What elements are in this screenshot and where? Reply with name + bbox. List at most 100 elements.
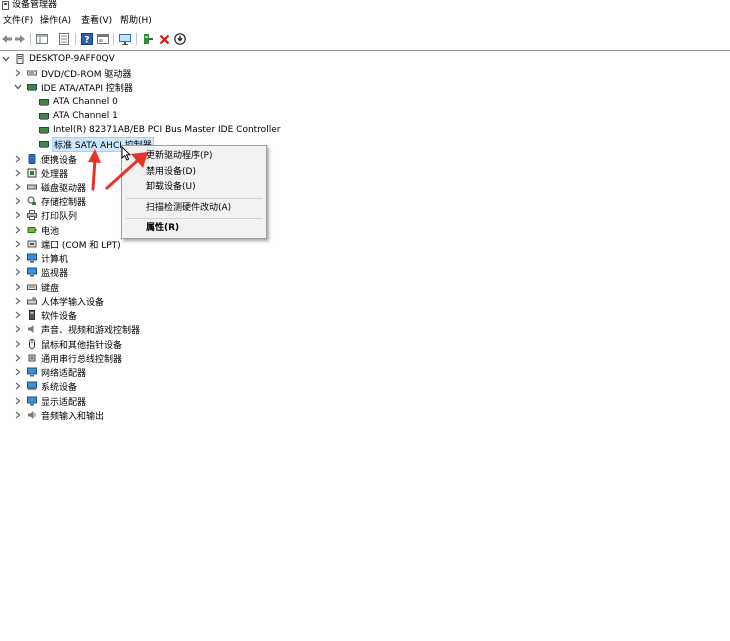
tree-category-label: 系统设备	[41, 382, 78, 393]
tree-category-label: 端口 (COM 和 LPT)	[41, 240, 121, 251]
tree-category-port[interactable]: 端口 (COM 和 LPT)	[14, 237, 121, 251]
tree-category-storage[interactable]: 存储控制器	[14, 194, 86, 208]
chevron-right-icon[interactable]	[14, 282, 22, 292]
chevron-right-icon[interactable]	[14, 396, 22, 406]
computer-icon	[27, 253, 37, 263]
portable-device-icon	[27, 154, 37, 164]
menu-item-properties[interactable]: 属性(R)	[146, 222, 179, 234]
svg-text:?: ?	[84, 36, 89, 46]
ide-device-icon	[39, 97, 49, 107]
tree-category-processor[interactable]: 处理器	[14, 166, 68, 180]
tree-category-label: 音频输入和输出	[41, 411, 105, 422]
sound-icon	[27, 324, 37, 334]
tree-category-monitor[interactable]: 监视器	[14, 265, 68, 279]
display-adapter-icon	[27, 396, 37, 406]
usb-icon	[27, 353, 37, 363]
tree-device-label: ATA Channel 0	[53, 97, 118, 107]
tree-category-label: 监视器	[41, 268, 69, 279]
ide-device-icon	[39, 125, 49, 135]
tree-category-label: DVD/CD-ROM 驱动器	[41, 69, 132, 80]
menu-view[interactable]: 查看(V)	[80, 15, 113, 27]
tree-category-system[interactable]: 系统设备	[14, 379, 77, 393]
tree-root[interactable]: DESKTOP-9AFF0QV	[2, 52, 115, 66]
download-circle-icon[interactable]	[173, 32, 187, 46]
annotation-arrow-icon	[88, 149, 101, 191]
chevron-right-icon[interactable]	[14, 324, 22, 334]
port-icon	[27, 239, 37, 249]
menu-separator	[126, 198, 262, 199]
tree-category-usb[interactable]: 通用串行总线控制器	[14, 351, 122, 365]
tree-category-software[interactable]: 软件设备	[14, 308, 77, 322]
menu-help[interactable]: 帮助(H)	[119, 15, 153, 27]
menu-item-disable-device[interactable]: 禁用设备(D)	[146, 166, 196, 178]
chevron-right-icon[interactable]	[14, 253, 22, 263]
view-window-icon[interactable]	[96, 32, 110, 46]
menu-file[interactable]: 文件(F)	[2, 15, 34, 27]
chevron-right-icon[interactable]	[14, 410, 22, 420]
ide-controller-icon	[27, 82, 37, 92]
tree-category-disk[interactable]: 磁盘驱动器	[14, 180, 86, 194]
keyboard-icon	[27, 282, 37, 292]
battery-icon	[27, 225, 37, 235]
tree-category-label: 软件设备	[41, 311, 78, 322]
menu-item-update-driver[interactable]: 更新驱动程序(P)	[146, 150, 212, 162]
back-arrow-icon[interactable]	[0, 32, 14, 46]
tree-device-ata0[interactable]: ATA Channel 0	[39, 95, 118, 109]
network-adapter-icon	[27, 367, 37, 377]
chevron-right-icon[interactable]	[14, 182, 22, 192]
tree-category-keyboard[interactable]: 键盘	[14, 280, 59, 294]
properties-sheet-icon[interactable]	[57, 32, 71, 46]
tree-category-portable[interactable]: 便携设备	[14, 152, 77, 166]
tree-category-sound[interactable]: 声音、视频和游戏控制器	[14, 322, 140, 336]
chevron-right-icon[interactable]	[14, 367, 22, 377]
forward-arrow-icon[interactable]	[13, 32, 27, 46]
chevron-down-icon[interactable]	[14, 82, 22, 92]
toolbar: ?	[0, 30, 730, 48]
tree-category-print[interactable]: 打印队列	[14, 208, 77, 222]
chevron-right-icon[interactable]	[14, 225, 22, 235]
tree-root-label: DESKTOP-9AFF0QV	[29, 54, 115, 64]
console-tree-icon[interactable]	[35, 32, 49, 46]
title-bar: 设备管理器	[0, 0, 730, 12]
menu-item-scan-hardware[interactable]: 扫描检测硬件改动(A)	[146, 202, 231, 214]
tree-category-computer[interactable]: 计算机	[14, 251, 68, 265]
chevron-right-icon[interactable]	[14, 210, 22, 220]
tree-category-audio-io[interactable]: 音频输入和输出	[14, 408, 104, 422]
menu-action[interactable]: 操作(A)	[39, 15, 72, 27]
chevron-down-icon[interactable]	[2, 54, 10, 64]
tree-device-ata1[interactable]: ATA Channel 1	[39, 109, 118, 123]
chevron-right-icon[interactable]	[14, 381, 22, 391]
chevron-right-icon[interactable]	[14, 68, 22, 78]
tree-category-network[interactable]: 网络适配器	[14, 365, 86, 379]
chevron-right-icon[interactable]	[14, 168, 22, 178]
tree-category-battery[interactable]: 电池	[14, 223, 59, 237]
chevron-right-icon[interactable]	[14, 310, 22, 320]
chevron-right-icon[interactable]	[14, 196, 22, 206]
tree-category-ide[interactable]: IDE ATA/ATAPI 控制器	[14, 80, 133, 94]
toolbar-separator	[30, 33, 31, 45]
uninstall-x-icon[interactable]	[157, 32, 171, 46]
computer-root-icon	[15, 54, 25, 64]
help-icon[interactable]: ?	[80, 32, 94, 46]
ide-device-icon	[39, 111, 49, 121]
chevron-right-icon[interactable]	[14, 353, 22, 363]
tree-category-display[interactable]: 显示适配器	[14, 394, 86, 408]
tree-device-intel-ide[interactable]: Intel(R) 82371AB/EB PCI Bus Master IDE C…	[39, 123, 280, 137]
update-driver-icon[interactable]	[141, 32, 155, 46]
window-title: 设备管理器	[12, 0, 58, 10]
toolbar-separator	[113, 33, 114, 45]
chevron-right-icon[interactable]	[14, 339, 22, 349]
chevron-right-icon[interactable]	[14, 154, 22, 164]
menu-item-uninstall-device[interactable]: 卸载设备(U)	[146, 181, 196, 193]
tree-category-hid[interactable]: 人体学输入设备	[14, 294, 104, 308]
chevron-right-icon[interactable]	[14, 239, 22, 249]
tree-category-dvd[interactable]: DVD/CD-ROM 驱动器	[14, 66, 131, 80]
tree-category-mouse[interactable]: 鼠标和其他指针设备	[14, 337, 122, 351]
chevron-right-icon[interactable]	[14, 267, 22, 277]
monitor-scan-icon[interactable]	[118, 32, 132, 46]
tree-category-label: 网络适配器	[41, 368, 87, 379]
storage-controller-icon	[27, 196, 37, 206]
tree-category-label: 电池	[41, 226, 60, 237]
chevron-right-icon[interactable]	[14, 296, 22, 306]
tree-device-label: ATA Channel 1	[53, 111, 118, 121]
